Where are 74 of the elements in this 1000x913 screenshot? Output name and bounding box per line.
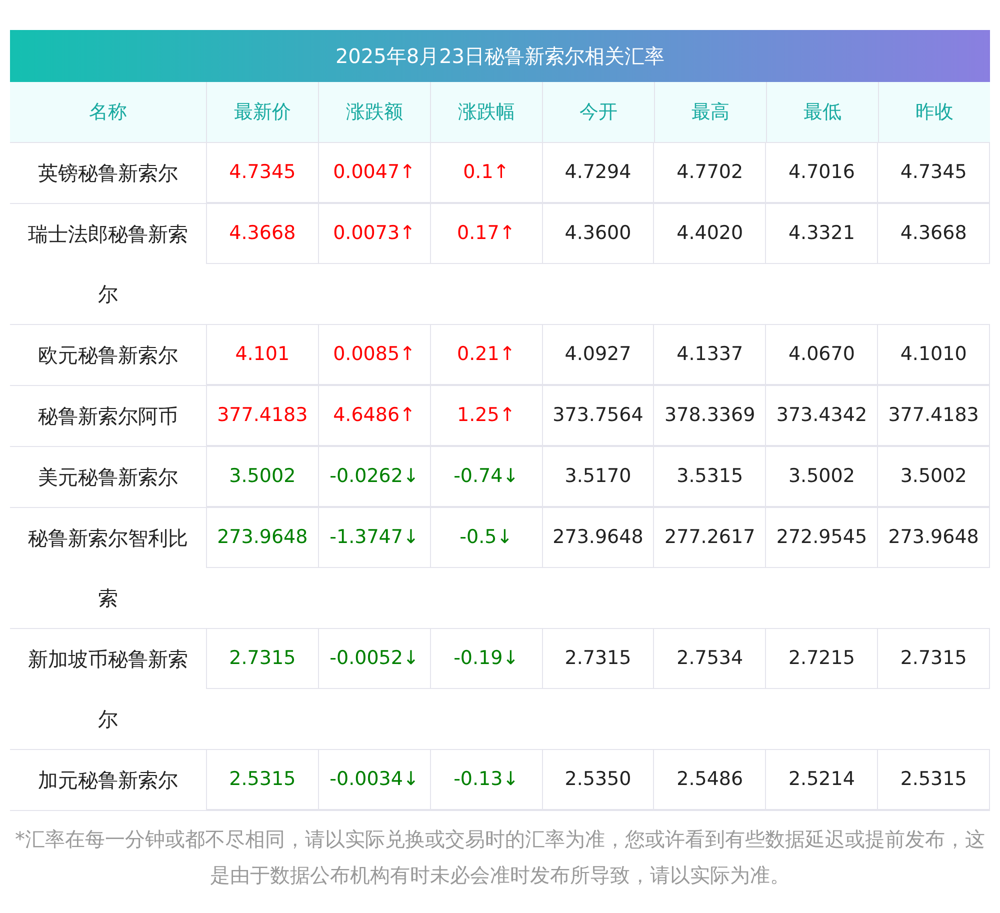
table-cell: 272.9545 bbox=[766, 508, 878, 567]
table-cell: 4.7702 bbox=[654, 143, 766, 202]
table-cell: 378.3369 bbox=[654, 386, 766, 445]
table-cell: 2.5315 bbox=[878, 750, 990, 809]
currency-pair-name: 秘鲁新索尔智利比索 bbox=[27, 525, 189, 612]
currency-pair-name: 欧元秘鲁新索尔 bbox=[38, 342, 178, 369]
table-cell: -0.0052↓ bbox=[318, 629, 431, 688]
table-cell: -0.13↓ bbox=[430, 750, 543, 809]
table-cell: 3.5002 bbox=[766, 447, 878, 506]
column-header: 最高 bbox=[654, 82, 766, 142]
table-cell: -0.0262↓ bbox=[318, 447, 431, 506]
footnote: *汇率在每一分钟或都不尽相同，请以实际兑换或交易时的汇率为准，您或许看到有些数据延迟或提前发布，这是由于数据公布机构有时未必会准时发布所导致，请以实际为准。 bbox=[14, 826, 986, 889]
table-cell: -0.19↓ bbox=[430, 629, 543, 688]
table-cell: 0.0085↑ bbox=[318, 325, 431, 384]
table-cell: 4.1337 bbox=[654, 325, 766, 384]
table-cell: 2.7215 bbox=[766, 629, 878, 688]
table-cell: 0.0047↑ bbox=[318, 143, 431, 202]
table-cell: 4.7294 bbox=[542, 143, 654, 202]
table-cell: 273.9648 bbox=[207, 508, 319, 567]
table-cell: 2.7315 bbox=[878, 629, 990, 688]
table-cell: 377.4183 bbox=[878, 386, 990, 445]
table-cell: 4.1010 bbox=[878, 325, 990, 384]
table-cell: 0.0073↑ bbox=[318, 204, 431, 263]
table-cell: 0.21↑ bbox=[430, 325, 543, 384]
table-cell: 273.9648 bbox=[542, 508, 654, 567]
table-cell: -1.3747↓ bbox=[318, 508, 431, 567]
table-cell: 1.25↑ bbox=[430, 386, 543, 445]
currency-pair-name: 新加坡币秘鲁新索尔 bbox=[27, 646, 189, 733]
column-header: 今开 bbox=[542, 82, 654, 142]
table-cell: 4.101 bbox=[207, 325, 319, 384]
table-cell: 2.5486 bbox=[654, 750, 766, 809]
table-cell: 2.7315 bbox=[207, 629, 319, 688]
column-header: 最新价 bbox=[206, 82, 318, 142]
table-cell: 4.0927 bbox=[542, 325, 654, 384]
table-cell: 3.5315 bbox=[654, 447, 766, 506]
table-cell: 4.0670 bbox=[766, 325, 878, 384]
currency-pair-name: 美元秘鲁新索尔 bbox=[38, 464, 178, 491]
table-cell: 3.5170 bbox=[542, 447, 654, 506]
table-cell: 2.7315 bbox=[542, 629, 654, 688]
currency-pair-name: 秘鲁新索尔阿币 bbox=[38, 403, 178, 430]
table-cell: 2.5214 bbox=[766, 750, 878, 809]
column-header: 昨收 bbox=[878, 82, 990, 142]
table-cell: 0.1↑ bbox=[430, 143, 543, 202]
table-cell: 0.17↑ bbox=[430, 204, 543, 263]
column-header: 涨跌幅 bbox=[430, 82, 542, 142]
table-cell: 4.7016 bbox=[766, 143, 878, 202]
table-cell: 4.7345 bbox=[207, 143, 319, 202]
table-cell: -0.0034↓ bbox=[318, 750, 431, 809]
column-header: 名称 bbox=[88, 100, 128, 125]
table-cell: 4.3321 bbox=[766, 204, 878, 263]
table-cell: 377.4183 bbox=[207, 386, 319, 445]
table-title: 2025年8月23日秘鲁新索尔相关汇率 bbox=[10, 30, 990, 82]
table-cell: 4.3600 bbox=[542, 204, 654, 263]
table-cell: 273.9648 bbox=[878, 508, 990, 567]
currency-pair-name: 瑞士法郎秘鲁新索尔 bbox=[27, 221, 189, 308]
table-cell: -0.5↓ bbox=[430, 508, 543, 567]
column-header: 涨跌额 bbox=[318, 82, 430, 142]
table-cell: 373.7564 bbox=[542, 386, 654, 445]
table-cell: 4.6486↑ bbox=[318, 386, 431, 445]
table-cell: 4.3668 bbox=[878, 204, 990, 263]
table-cell: 373.4342 bbox=[766, 386, 878, 445]
column-header: 最低 bbox=[766, 82, 878, 142]
table-cell: 4.3668 bbox=[207, 204, 319, 263]
table-cell: 4.4020 bbox=[654, 204, 766, 263]
table-cell: 2.7534 bbox=[654, 629, 766, 688]
table-cell: 3.5002 bbox=[878, 447, 990, 506]
currency-pair-name: 加元秘鲁新索尔 bbox=[38, 767, 178, 794]
table-cell: 3.5002 bbox=[207, 447, 319, 506]
currency-pair-name: 英镑秘鲁新索尔 bbox=[38, 160, 178, 187]
table-cell: 4.7345 bbox=[878, 143, 990, 202]
table-cell: -0.74↓ bbox=[430, 447, 543, 506]
table-cell: 2.5315 bbox=[207, 750, 319, 809]
table-cell: 2.5350 bbox=[542, 750, 654, 809]
table-cell: 277.2617 bbox=[654, 508, 766, 567]
